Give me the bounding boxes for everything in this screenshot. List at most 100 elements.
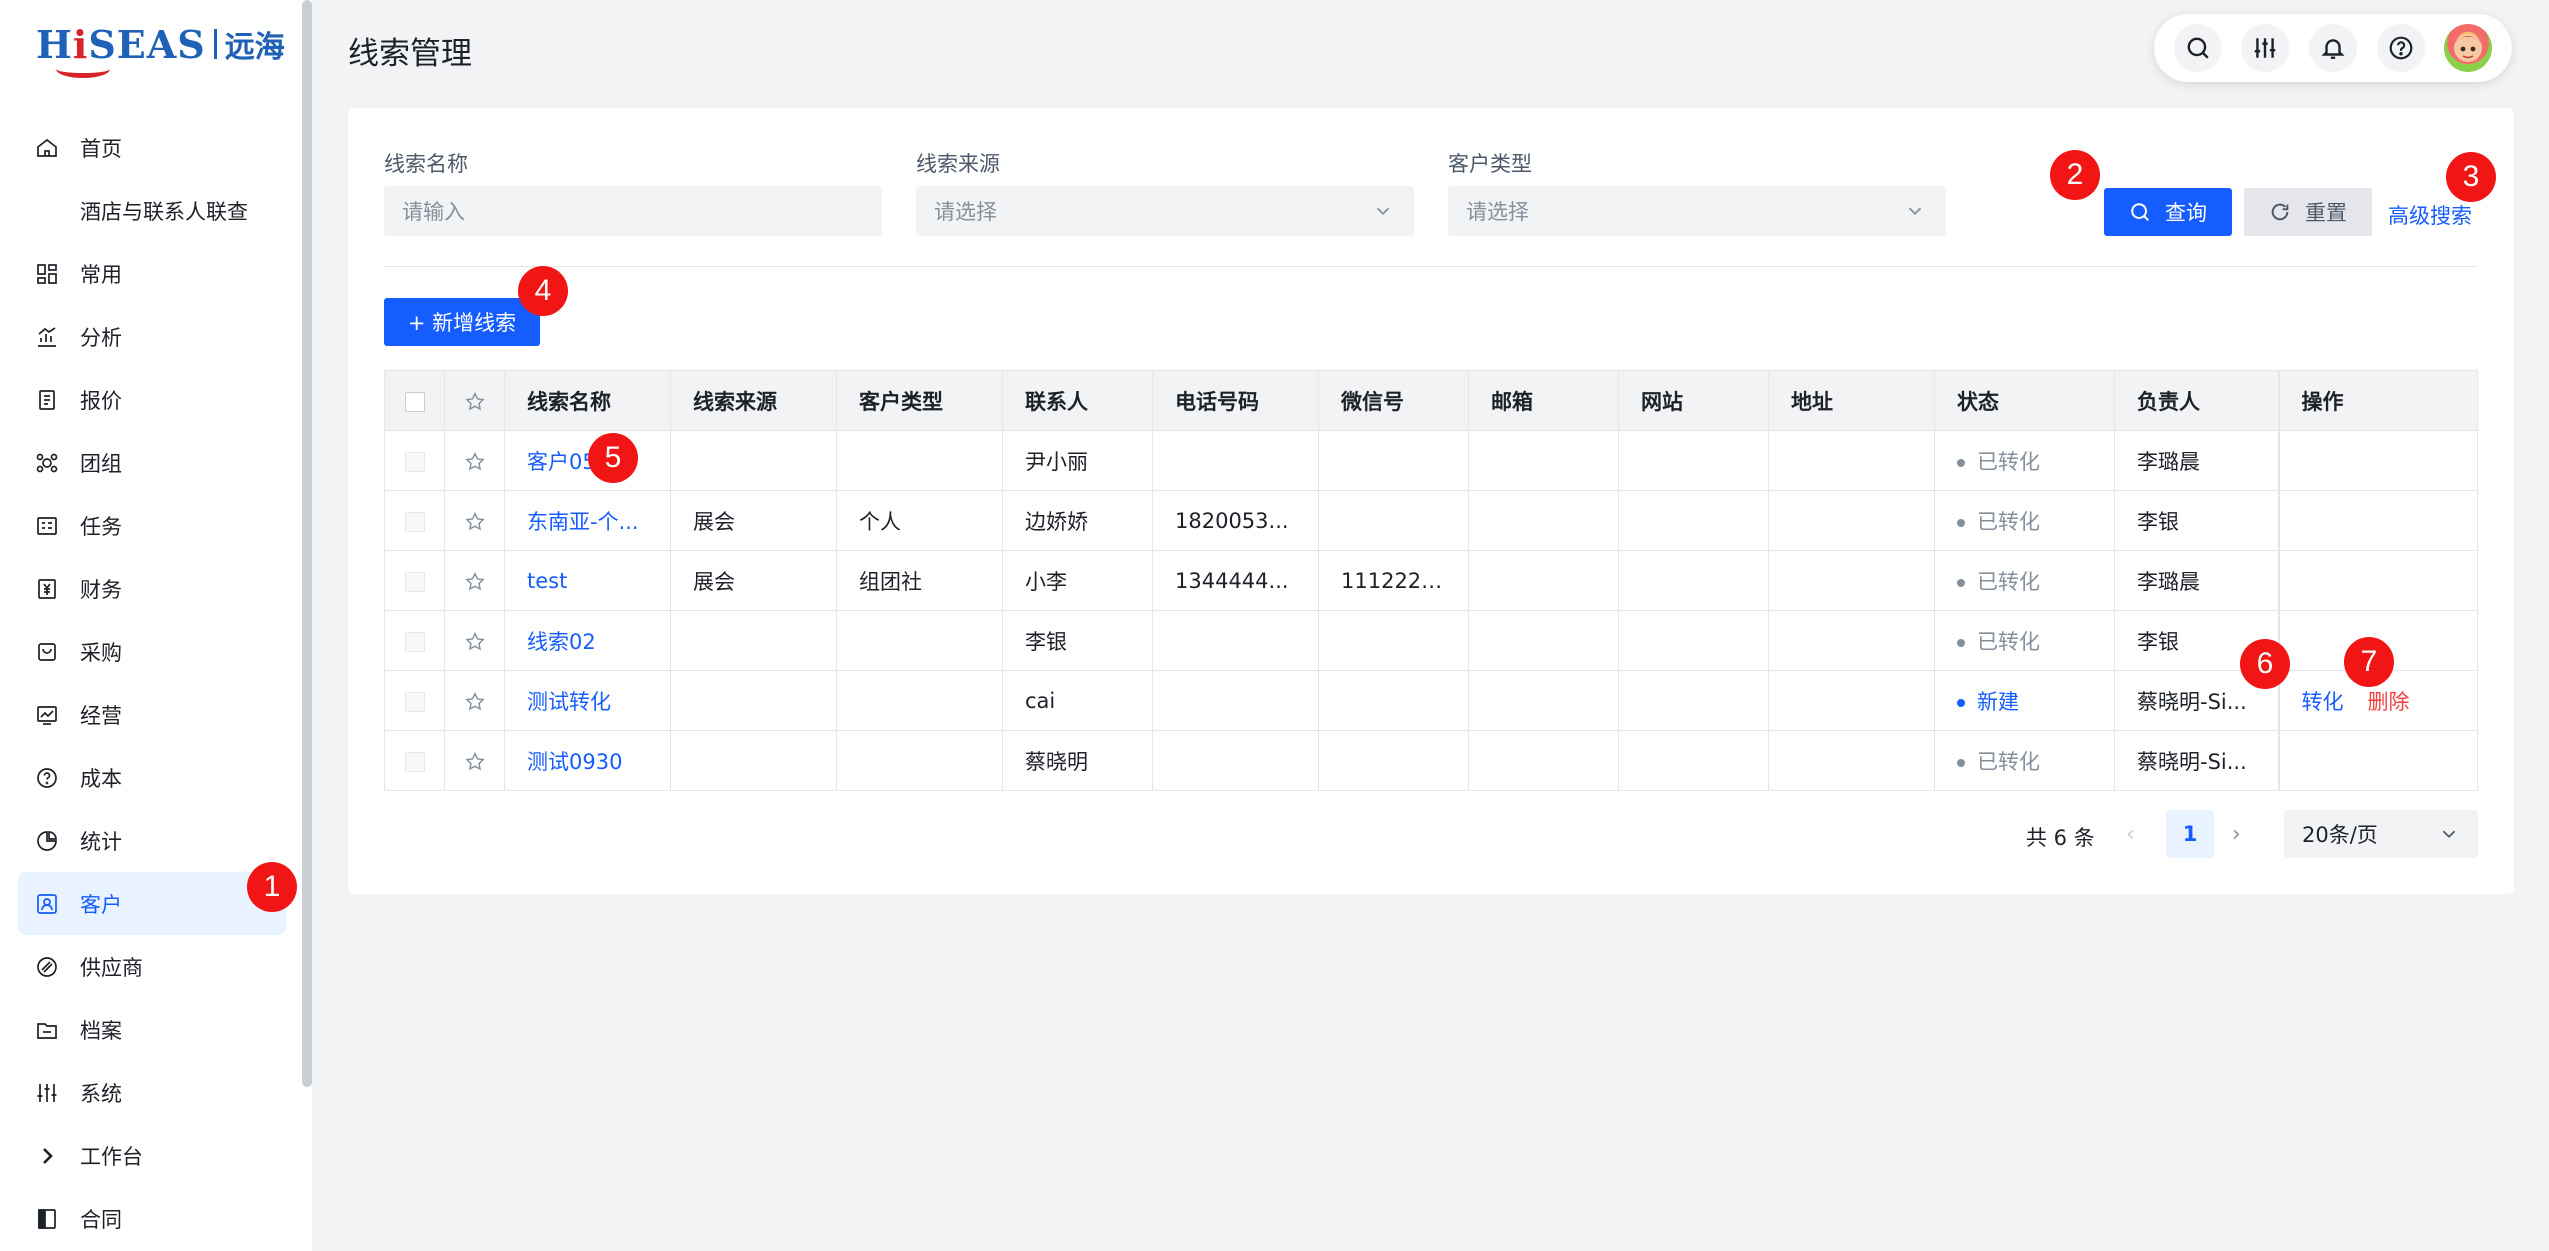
purchase-icon [34, 639, 60, 665]
cell-email [1468, 490, 1619, 551]
pagination-total: 共 6 条 [2026, 826, 2095, 850]
reset-button[interactable]: 重置 [2244, 188, 2372, 236]
home-icon [34, 135, 60, 161]
sidebar-item-7[interactable]: 财务 [18, 557, 286, 620]
supplier-icon [34, 954, 60, 980]
cell-name[interactable]: 测试0930 [504, 730, 671, 791]
table-row: 客户05 尹小丽 已转化 李璐晨 [384, 430, 2478, 491]
cost-icon [34, 765, 60, 791]
query-button[interactable]: 查询 [2104, 188, 2232, 236]
add-lead-button[interactable]: + 新增线索 [384, 298, 540, 346]
row-star[interactable] [444, 550, 505, 611]
group-icon [34, 450, 60, 476]
sidebar-item-4[interactable]: 报价 [18, 368, 286, 431]
operation-icon [34, 702, 60, 728]
row-star[interactable] [444, 430, 505, 491]
sidebar-item-13[interactable]: 供应商 [18, 935, 286, 998]
sidebar-item-8[interactable]: 采购 [18, 620, 286, 683]
cell-contact: 尹小丽 [1002, 430, 1153, 491]
filter-source-select[interactable]: 请选择 [916, 186, 1414, 236]
header-notification-button[interactable] [2308, 24, 2357, 72]
chevron-down-icon [2442, 830, 2456, 839]
cell-name[interactable]: 测试转化 [504, 670, 671, 731]
column-header: 负责人 [2114, 370, 2279, 431]
convert-link[interactable]: 转化 [2302, 690, 2344, 714]
row-checkbox[interactable] [384, 490, 445, 551]
sidebar-item-0[interactable]: 首页 [18, 116, 286, 179]
sliders-icon [2255, 38, 2276, 58]
sidebar-item-1[interactable]: 酒店与联系人联查 [18, 179, 286, 242]
row-checkbox[interactable] [384, 550, 445, 611]
page-size-select[interactable]: 20条/页 [2284, 810, 2478, 858]
star-icon [464, 451, 485, 470]
advanced-search-link[interactable]: 高级搜索 [2388, 200, 2472, 230]
column-header: 线索来源 [670, 370, 837, 431]
user-avatar[interactable] [2444, 24, 2493, 72]
cell-wechat [1318, 730, 1469, 791]
sidebar-item-label: 报价 [80, 388, 122, 413]
row-checkbox[interactable] [384, 670, 445, 731]
filter-name-placeholder: 请输入 [402, 200, 465, 224]
table-row: test 展会 组团社 小李 1344444... 11122233 已转化 李璐晨 [384, 550, 2478, 611]
checkbox-icon [404, 631, 425, 652]
chevron-right-icon [34, 1143, 60, 1169]
cell-addr [1768, 730, 1935, 791]
sidebar-item-label: 采购 [80, 640, 122, 665]
row-star[interactable] [444, 490, 505, 551]
cell-source [670, 670, 837, 731]
filter-name-input[interactable]: 请输入 [384, 186, 882, 236]
table-header-row: 线索名称 线索来源 客户类型 联系人 电话号码 微信号 邮箱 网站 地址 状态 负责人 操作 [384, 370, 2478, 431]
header-search-button[interactable] [2173, 24, 2222, 72]
sidebar-item-17[interactable]: 合同 [18, 1187, 286, 1250]
cell-phone: 1820053... [1152, 490, 1319, 551]
row-checkbox[interactable] [384, 430, 445, 491]
sidebar-item-label: 客户 [80, 892, 122, 917]
cell-owner: 李璐晨 [2114, 430, 2279, 491]
row-checkbox[interactable] [384, 730, 445, 791]
header-select-all[interactable] [384, 370, 445, 431]
refresh-icon [2271, 203, 2289, 221]
cell-name[interactable]: 线索02 [504, 610, 671, 671]
cell-site [1618, 610, 1769, 671]
header-settings-button[interactable] [2241, 24, 2290, 72]
cell-phone [1152, 730, 1319, 791]
row-star[interactable] [444, 670, 505, 731]
sidebar-item-9[interactable]: 经营 [18, 683, 286, 746]
sidebar-item-2[interactable]: 常用 [18, 242, 286, 305]
filter-type-select[interactable]: 请选择 [1448, 186, 1946, 236]
sidebar-item-11[interactable]: 统计 [18, 809, 286, 872]
cell-email [1468, 550, 1619, 611]
cell-actions [2277, 550, 2478, 611]
filter-type-label: 客户类型 [1448, 152, 1532, 176]
sidebar-item-15[interactable]: 系统 [18, 1061, 286, 1124]
checkbox-icon [404, 451, 425, 472]
sidebar-item-16[interactable]: 工作台 [18, 1124, 286, 1187]
cell-name[interactable]: 东南亚-个... [504, 490, 671, 551]
pagination-prev-button[interactable]: ‹ [2126, 822, 2135, 847]
cell-email [1468, 730, 1619, 791]
sidebar-nav: 首页 酒店与联系人联查 常用 分析报价团组 任务 财务采购经营 成本 统计客户供应商 档案 系统工… [18, 116, 286, 1250]
sidebar-item-14[interactable]: 档案 [18, 998, 286, 1061]
sidebar-item-12[interactable]: 客户 [18, 872, 286, 935]
sidebar-item-10[interactable]: 成本 [18, 746, 286, 809]
cell-name[interactable]: test [504, 550, 671, 611]
cell-addr [1768, 670, 1935, 731]
leads-table: 线索名称 线索来源 客户类型 联系人 电话号码 微信号 邮箱 网站 地址 状态 负责人 操作 客户05… [384, 370, 2478, 791]
cell-email [1468, 610, 1619, 671]
delete-link[interactable]: 删除 [2368, 690, 2410, 714]
sidebar-scrollbar[interactable] [302, 0, 312, 1087]
pagination-page-1[interactable]: 1 [2166, 810, 2214, 858]
brand-logo[interactable]: HiSEAS 远海 [36, 18, 285, 78]
pagination-next-button[interactable]: › [2232, 822, 2241, 847]
cell-contact: 李银 [1002, 610, 1153, 671]
cell-actions [2277, 490, 2478, 551]
sidebar-item-3[interactable]: 分析 [18, 305, 286, 368]
row-star[interactable] [444, 730, 505, 791]
row-checkbox[interactable] [384, 610, 445, 671]
checkbox-icon [404, 571, 425, 592]
sidebar-item-6[interactable]: 任务 [18, 494, 286, 557]
header-help-button[interactable] [2376, 24, 2425, 72]
row-star[interactable] [444, 610, 505, 671]
cell-site [1618, 550, 1769, 611]
sidebar-item-5[interactable]: 团组 [18, 431, 286, 494]
